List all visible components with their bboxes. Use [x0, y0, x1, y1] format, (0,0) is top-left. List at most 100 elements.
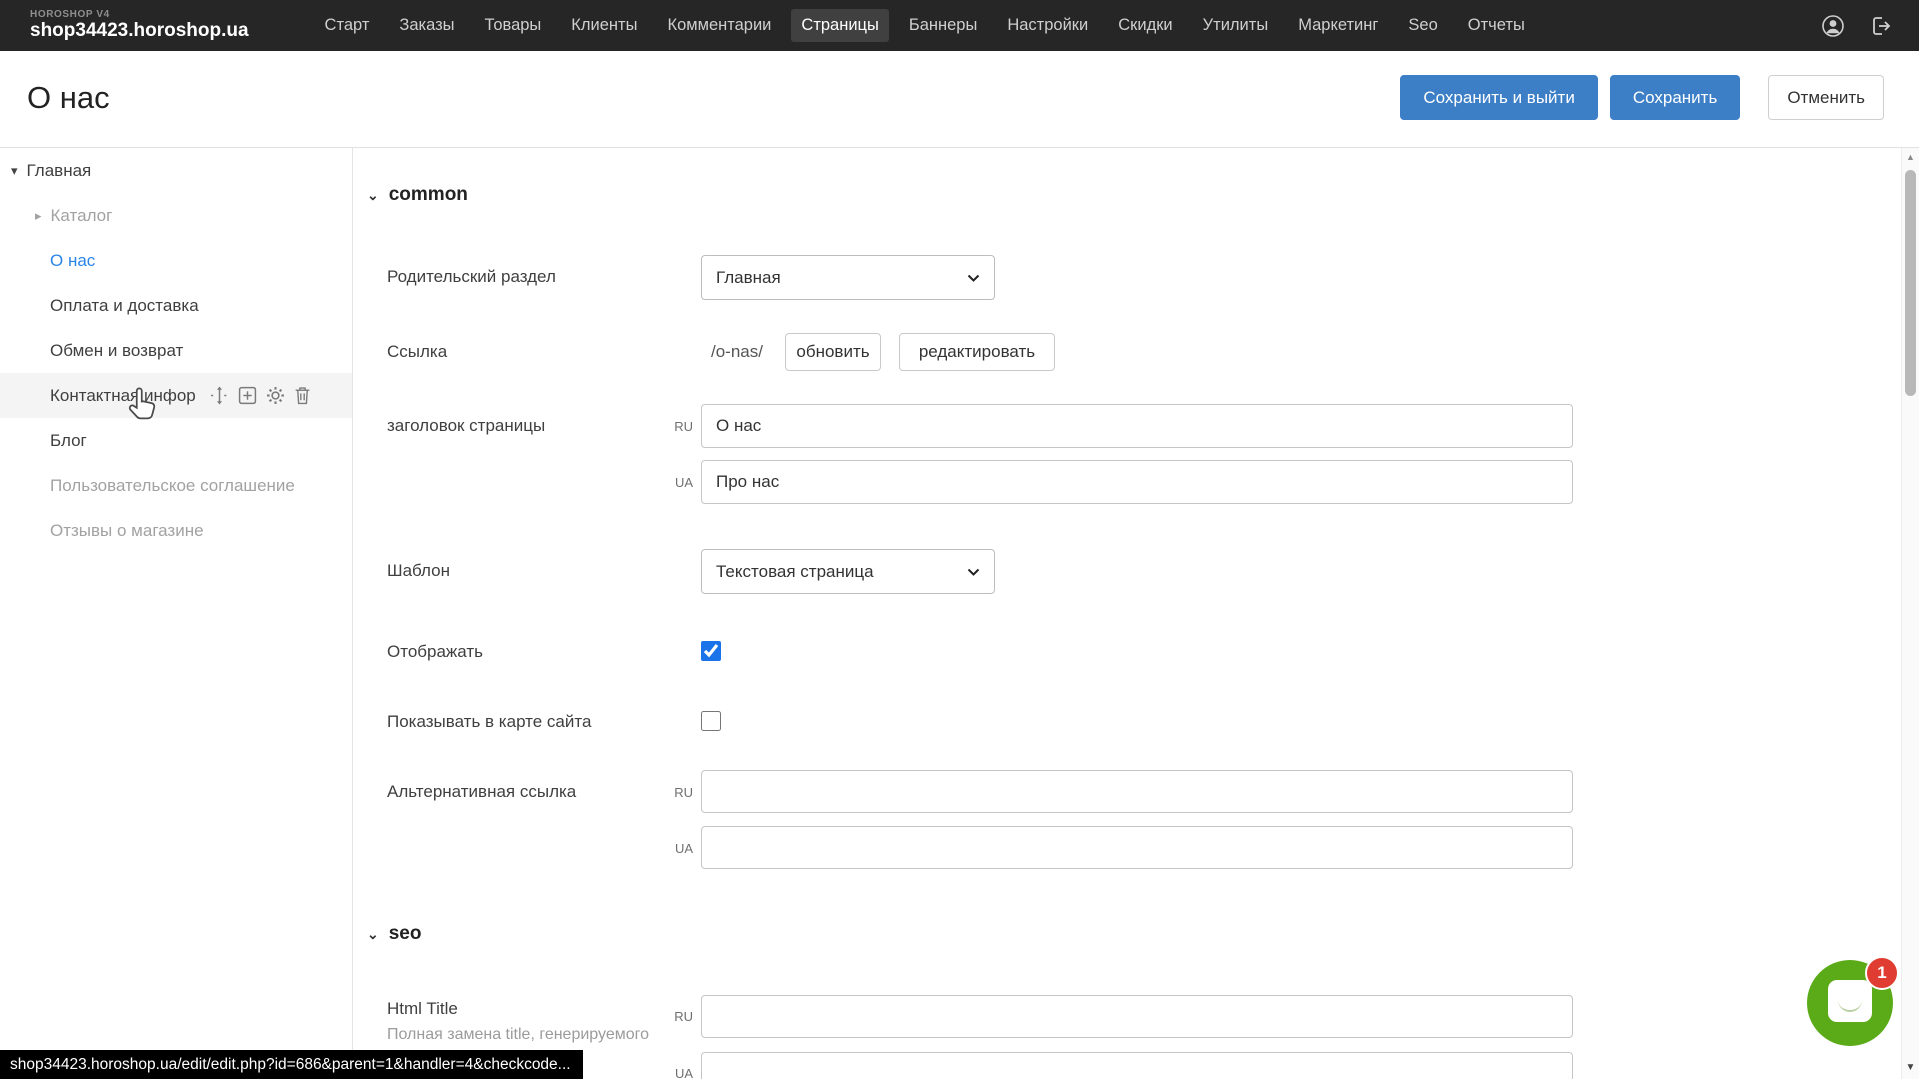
- nav-menu: Старт Заказы Товары Клиенты Комментарии …: [315, 9, 1535, 42]
- alt-link-label: Альтернативная ссылка: [387, 782, 576, 802]
- lang-ru-badge: RU: [663, 419, 693, 434]
- lang-ua-badge: UA: [663, 475, 693, 490]
- brand-logo[interactable]: HOROSHOP V4 shop34423.horoshop.ua: [30, 10, 249, 40]
- html-title-ua-input[interactable]: [701, 1052, 1573, 1079]
- nav-item-orders[interactable]: Заказы: [389, 9, 464, 42]
- vertical-scrollbar[interactable]: ▲ ▼: [1901, 148, 1919, 1079]
- link-status-tooltip: shop34423.horoshop.ua/edit/edit.php?id=6…: [0, 1050, 583, 1079]
- tree-item-label: Каталог: [51, 206, 113, 226]
- scroll-up-arrow-icon[interactable]: ▲: [1902, 152, 1919, 162]
- tree-item-actions: [210, 386, 311, 405]
- section-common[interactable]: ⌄ common: [367, 184, 468, 206]
- tree-item-user-agreement[interactable]: Пользовательское соглашение: [0, 463, 352, 508]
- tree-item-label: Обмен и возврат: [50, 341, 183, 361]
- page-title-label: заголовок страницы: [387, 416, 545, 436]
- chevron-down-icon: ⌄: [367, 926, 379, 943]
- tree-item-label: Отзывы о магазине: [50, 521, 204, 541]
- chevron-down-icon: [967, 268, 980, 288]
- sitemap-label: Показывать в карте сайта: [387, 712, 591, 732]
- tree-item-label: Контактная инфор: [50, 386, 196, 406]
- parent-section-select[interactable]: Главная: [701, 255, 995, 300]
- section-seo[interactable]: ⌄ seo: [367, 923, 421, 945]
- pages-tree-sidebar: ▾ Главная ▸ Каталог О нас Оплата и доста…: [0, 148, 352, 1079]
- alt-link-ua-input[interactable]: [701, 826, 1573, 869]
- tree-item-shop-reviews[interactable]: Отзывы о магазине: [0, 508, 352, 553]
- scrollbar-thumb[interactable]: [1905, 170, 1916, 396]
- template-value: Текстовая страница: [716, 562, 874, 582]
- sitemap-checkbox[interactable]: [701, 711, 721, 731]
- tree-item-label: Блог: [50, 431, 87, 451]
- html-title-label: Html Title: [387, 999, 458, 1019]
- save-and-exit-button[interactable]: Сохранить и выйти: [1400, 75, 1597, 120]
- tree-item-home[interactable]: ▾ Главная: [0, 148, 352, 193]
- lang-ua-badge: UA: [663, 1066, 693, 1079]
- tree-item-about-active[interactable]: О нас: [0, 238, 352, 283]
- tree-item-blog[interactable]: Блог: [0, 418, 352, 463]
- page-title-ru-input[interactable]: [701, 404, 1573, 448]
- tree-item-payment-delivery[interactable]: Оплата и доставка: [0, 283, 352, 328]
- save-button[interactable]: Сохранить: [1610, 75, 1740, 120]
- chevron-down-icon: [967, 562, 980, 582]
- add-page-icon[interactable]: [238, 386, 257, 405]
- chat-widget-button[interactable]: 1: [1807, 960, 1893, 1046]
- chevron-down-icon: ⌄: [367, 187, 379, 204]
- lang-ru-badge: RU: [663, 1009, 693, 1024]
- logout-icon[interactable]: [1869, 14, 1893, 38]
- section-seo-title: seo: [389, 923, 422, 945]
- parent-section-label: Родительский раздел: [387, 267, 556, 287]
- account-icon[interactable]: [1821, 14, 1845, 38]
- app-window: HOROSHOP V4 shop34423.horoshop.ua Старт …: [0, 0, 1919, 1079]
- nav-item-seo[interactable]: Seo: [1398, 9, 1447, 42]
- template-label: Шаблон: [387, 561, 450, 581]
- link-value: /o-nas/: [711, 342, 763, 362]
- page-title-ua-input[interactable]: [701, 460, 1573, 504]
- brand-domain: shop34423.horoshop.ua: [30, 21, 249, 41]
- scroll-down-arrow-icon[interactable]: ▼: [1902, 1062, 1919, 1073]
- nav-item-products[interactable]: Товары: [475, 9, 552, 42]
- parent-section-value: Главная: [716, 268, 781, 288]
- tree-item-contact-info[interactable]: Контактная инфор: [0, 373, 352, 418]
- chat-unread-badge: 1: [1865, 956, 1899, 990]
- tree-item-label: О нас: [50, 251, 95, 271]
- nav-item-pages[interactable]: Страницы: [791, 9, 888, 42]
- section-common-title: common: [389, 184, 468, 206]
- nav-item-reports[interactable]: Отчеты: [1458, 9, 1535, 42]
- lang-ua-badge: UA: [663, 841, 693, 856]
- tree-item-label: Главная: [27, 161, 92, 181]
- nav-item-marketing[interactable]: Маркетинг: [1288, 9, 1388, 42]
- template-select[interactable]: Текстовая страница: [701, 549, 995, 594]
- page-edit-form: ⌄ common Родительский раздел Главная Ссы…: [352, 148, 1901, 1079]
- move-icon[interactable]: [210, 386, 229, 405]
- html-title-hint: Полная замена title, генерируемого: [387, 1026, 649, 1044]
- page-title: О нас: [27, 80, 110, 116]
- chevron-down-icon[interactable]: ▾: [11, 163, 18, 179]
- nav-item-start[interactable]: Старт: [315, 9, 380, 42]
- display-label: Отображать: [387, 642, 483, 662]
- nav-item-discounts[interactable]: Скидки: [1108, 9, 1182, 42]
- chat-bubble-icon: [1828, 980, 1872, 1022]
- nav-item-comments[interactable]: Комментарии: [657, 9, 781, 42]
- tree-item-label: Оплата и доставка: [50, 296, 199, 316]
- alt-link-ru-input[interactable]: [701, 770, 1573, 813]
- lang-ru-badge: RU: [663, 785, 693, 800]
- nav-right-icons: [1821, 14, 1893, 38]
- nav-item-utilities[interactable]: Утилиты: [1193, 9, 1279, 42]
- page-header: О нас Сохранить и выйти Сохранить Отмени…: [0, 51, 1919, 148]
- nav-item-settings[interactable]: Настройки: [997, 9, 1098, 42]
- settings-gear-icon[interactable]: [266, 386, 285, 405]
- tree-item-label: Пользовательское соглашение: [50, 476, 295, 496]
- display-checkbox[interactable]: [701, 641, 721, 661]
- link-update-button[interactable]: обновить: [785, 333, 881, 371]
- top-nav: HOROSHOP V4 shop34423.horoshop.ua Старт …: [0, 0, 1919, 51]
- tree-item-catalog[interactable]: ▸ Каталог: [0, 193, 352, 238]
- chevron-right-icon[interactable]: ▸: [35, 208, 42, 224]
- link-label: Ссылка: [387, 342, 447, 362]
- html-title-ru-input[interactable]: [701, 995, 1573, 1038]
- delete-trash-icon[interactable]: [294, 386, 311, 405]
- tree-item-exchange-return[interactable]: Обмен и возврат: [0, 328, 352, 373]
- header-buttons: Сохранить и выйти Сохранить Отменить: [1400, 75, 1884, 120]
- nav-item-clients[interactable]: Клиенты: [561, 9, 647, 42]
- cancel-button[interactable]: Отменить: [1768, 75, 1884, 120]
- link-edit-button[interactable]: редактировать: [899, 333, 1055, 371]
- nav-item-banners[interactable]: Баннеры: [899, 9, 987, 42]
